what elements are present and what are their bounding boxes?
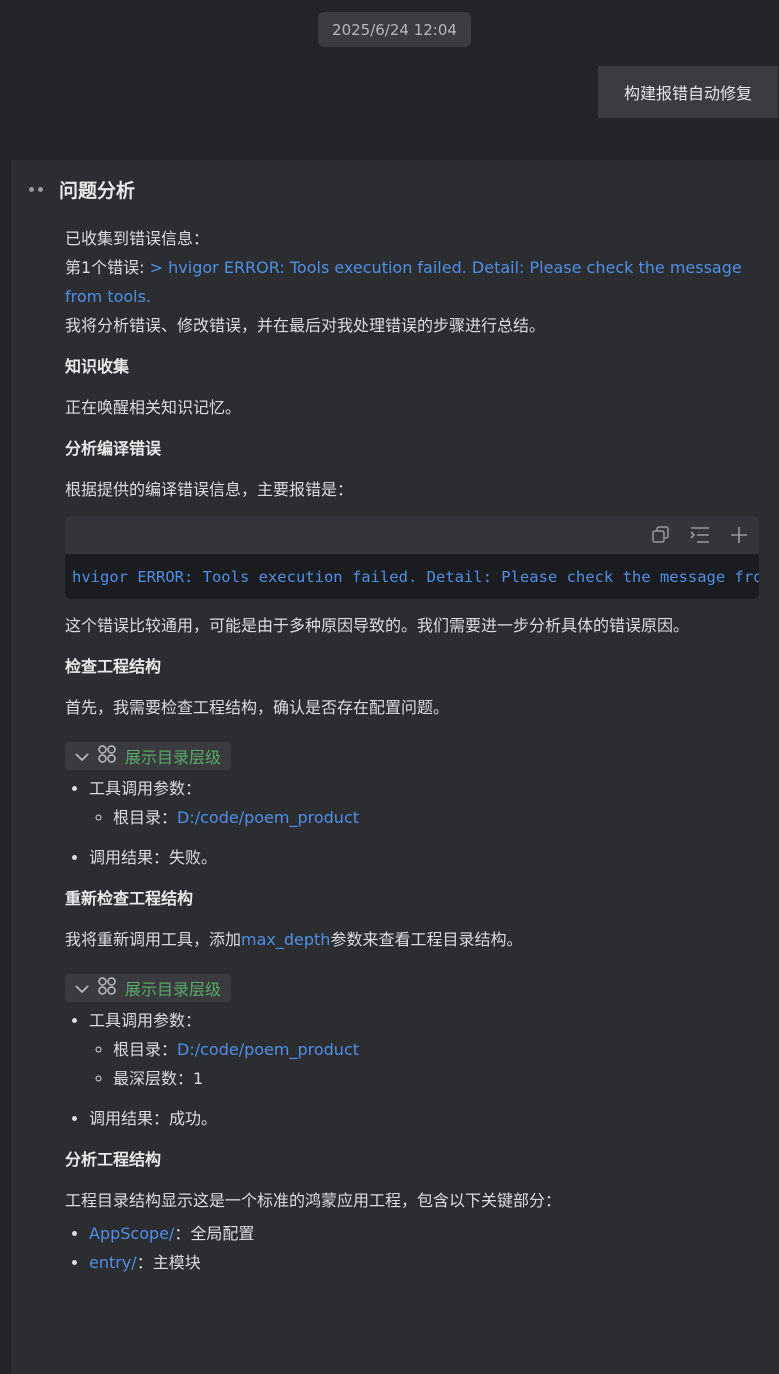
tool-result: 调用结果：失败。 — [89, 848, 218, 867]
params-label: 工具调用参数： — [89, 779, 202, 798]
appscope-desc: ：全局配置 — [174, 1224, 255, 1243]
section-title-analyze-structure: 分析工程结构 — [65, 1150, 162, 1169]
recheck-text-post: 参数来查看工程目录结构。 — [330, 930, 523, 949]
intro-plan-text: 我将分析错误、修改错误，并在最后对我处理错误的步骤进行总结。 — [65, 316, 546, 335]
depth-value: 1 — [193, 1069, 204, 1088]
section-text-knowledge: 正在唤醒相关知识记忆。 — [65, 398, 242, 417]
tool-result: 调用结果：成功。 — [89, 1109, 218, 1128]
list-item: 调用结果：失败。 — [89, 843, 765, 872]
tool-call-chip-1[interactable]: 展示目录层级 — [65, 742, 232, 770]
chevron-down-icon — [75, 747, 89, 766]
grid-icon — [97, 976, 117, 1000]
chevron-down-icon — [75, 979, 89, 998]
root-path-link[interactable]: D:/code/poem_product — [177, 1040, 359, 1059]
list-item: 工具调用参数： 根目录：D:/code/poem_product 最深层数：1 — [89, 1006, 765, 1093]
tool-call-2-details: 工具调用参数： 根目录：D:/code/poem_product 最深层数：1 … — [65, 1006, 765, 1133]
root-label: 根目录： — [113, 808, 178, 827]
root-label: 根目录： — [113, 1040, 178, 1059]
drag-dots-icon — [29, 187, 43, 192]
wrap-lines-icon[interactable] — [689, 525, 711, 545]
list-item: 工具调用参数： 根目录：D:/code/poem_product — [89, 774, 765, 832]
list-item: AppScope/：全局配置 — [89, 1219, 765, 1248]
root-path-link[interactable]: D:/code/poem_product — [177, 808, 359, 827]
params-label: 工具调用参数： — [89, 1011, 202, 1030]
entry-desc: ：主模块 — [136, 1253, 201, 1272]
section-text-analyze-structure: 工程目录结构显示这是一个标准的鸿蒙应用工程，包含以下关键部分： — [65, 1191, 562, 1210]
section-title-knowledge: 知识收集 — [65, 357, 130, 376]
section-title-compile-error: 分析编译错误 — [65, 439, 162, 458]
appscope-link[interactable]: AppScope/ — [89, 1224, 174, 1243]
list-item: 根目录：D:/code/poem_product — [113, 803, 765, 832]
section-text-recheck-structure: 我将重新调用工具，添加max_depth参数来查看工程目录结构。 — [65, 925, 765, 954]
panel-header[interactable]: 问题分析 — [29, 176, 135, 203]
section-title-recheck-structure: 重新检查工程结构 — [65, 889, 194, 908]
structure-list: AppScope/：全局配置 entry/：主模块 — [65, 1219, 765, 1277]
grid-icon — [97, 744, 117, 768]
max-depth-param-link[interactable]: max_depth — [241, 930, 330, 949]
list-item: 根目录：D:/code/poem_product — [113, 1035, 765, 1064]
section-text-check-structure: 首先，我需要检查工程结构，确认是否存在配置问题。 — [65, 698, 450, 717]
depth-label: 最深层数： — [113, 1069, 194, 1088]
copy-icon[interactable] — [651, 525, 671, 545]
tool-call-1-details: 工具调用参数： 根目录：D:/code/poem_product 调用结果：失败… — [65, 774, 765, 872]
tool-call-label: 展示目录层级 — [125, 980, 222, 999]
recheck-text-pre: 我将重新调用工具，添加 — [65, 930, 242, 949]
section-text-compile-error: 根据提供的编译错误信息，主要报错是： — [65, 480, 354, 499]
section-title-check-structure: 检查工程结构 — [65, 657, 162, 676]
plus-icon[interactable] — [729, 525, 749, 545]
analysis-panel: 问题分析 已收集到错误信息： 第1个错误: > hvigor ERROR: To… — [11, 160, 779, 1374]
list-item: entry/：主模块 — [89, 1248, 765, 1277]
panel-title: 问题分析 — [59, 180, 136, 202]
error-line: 第1个错误: > hvigor ERROR: Tools execution f… — [65, 253, 765, 311]
error-prefix: 第1个错误: — [65, 258, 150, 277]
message-timestamp: 2025/6/24 12:04 — [318, 12, 471, 47]
entry-link[interactable]: entry/ — [89, 1253, 137, 1272]
list-item: 调用结果：成功。 — [89, 1104, 765, 1133]
code-block: hvigor ERROR: Tools execution failed. De… — [65, 516, 759, 599]
tool-call-chip-2[interactable]: 展示目录层级 — [65, 974, 232, 1002]
tool-call-label: 展示目录层级 — [125, 748, 222, 767]
section-text-compile-error-after: 这个错误比较通用，可能是由于多种原因导致的。我们需要进一步分析具体的错误原因。 — [65, 616, 690, 635]
panel-content: 已收集到错误信息： 第1个错误: > hvigor ERROR: Tools e… — [65, 224, 765, 1277]
code-toolbar — [65, 516, 759, 554]
error-message-link[interactable]: > hvigor ERROR: Tools execution failed. … — [65, 258, 742, 306]
intro-text: 已收集到错误信息： — [65, 229, 210, 248]
user-message-bubble: 构建报错自动修复 — [598, 66, 778, 118]
code-line: hvigor ERROR: Tools execution failed. De… — [65, 554, 759, 599]
list-item: 最深层数：1 — [113, 1064, 765, 1093]
